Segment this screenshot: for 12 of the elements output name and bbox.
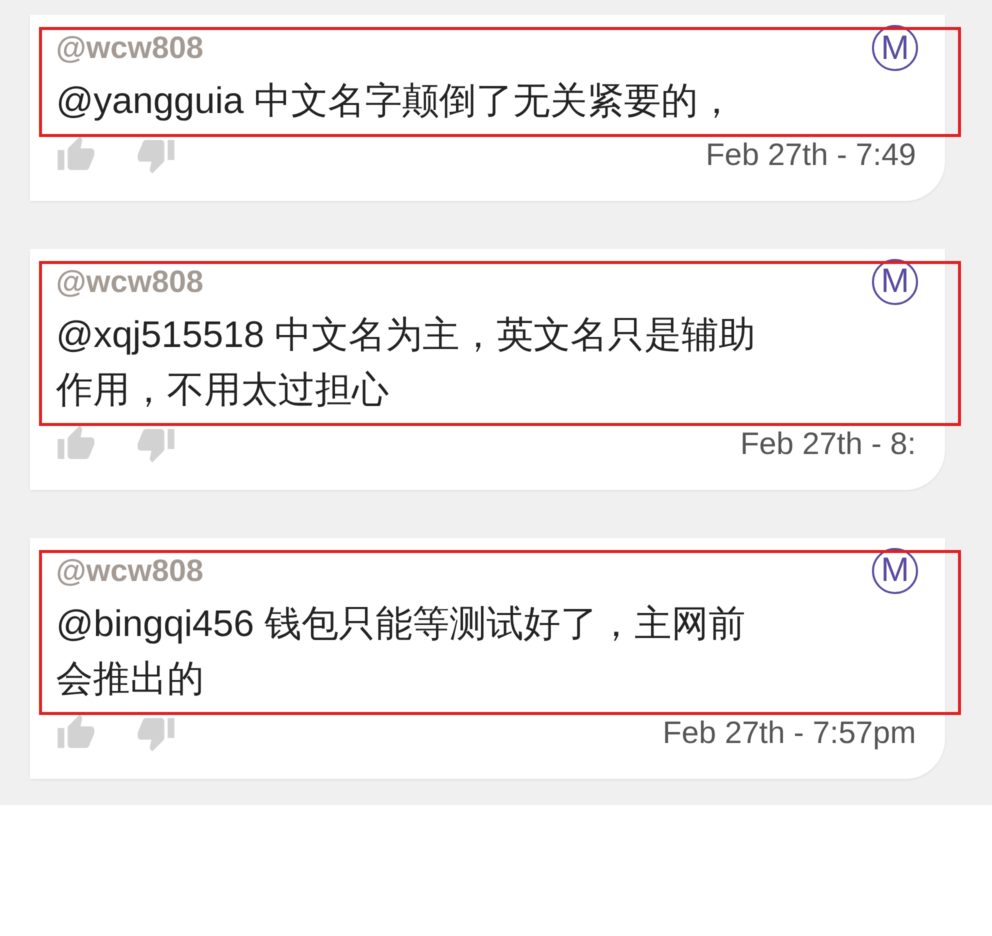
moderator-badge: M — [872, 25, 918, 71]
comment-text: @yangguia 中文名字颠倒了无关紧要的， — [56, 79, 736, 123]
moderator-badge: M — [872, 258, 918, 304]
username[interactable]: @wcw808 — [56, 264, 204, 300]
username[interactable]: @wcw808 — [56, 552, 204, 588]
comment-text: @xqj515518 中文名为主，英文名只是辅助作用，不用太过担心 — [56, 312, 757, 412]
username[interactable]: @wcw808 — [56, 30, 204, 66]
comment-text: @bingqi456 钱包只能等测试好了，主网前会推出的 — [56, 602, 746, 701]
timestamp: Feb 27th - 7:49 — [706, 136, 916, 172]
timestamp: Feb 27th - 8: — [740, 426, 916, 462]
moderator-badge: M — [872, 548, 918, 594]
timestamp: Feb 27th - 7:57pm — [662, 714, 916, 750]
